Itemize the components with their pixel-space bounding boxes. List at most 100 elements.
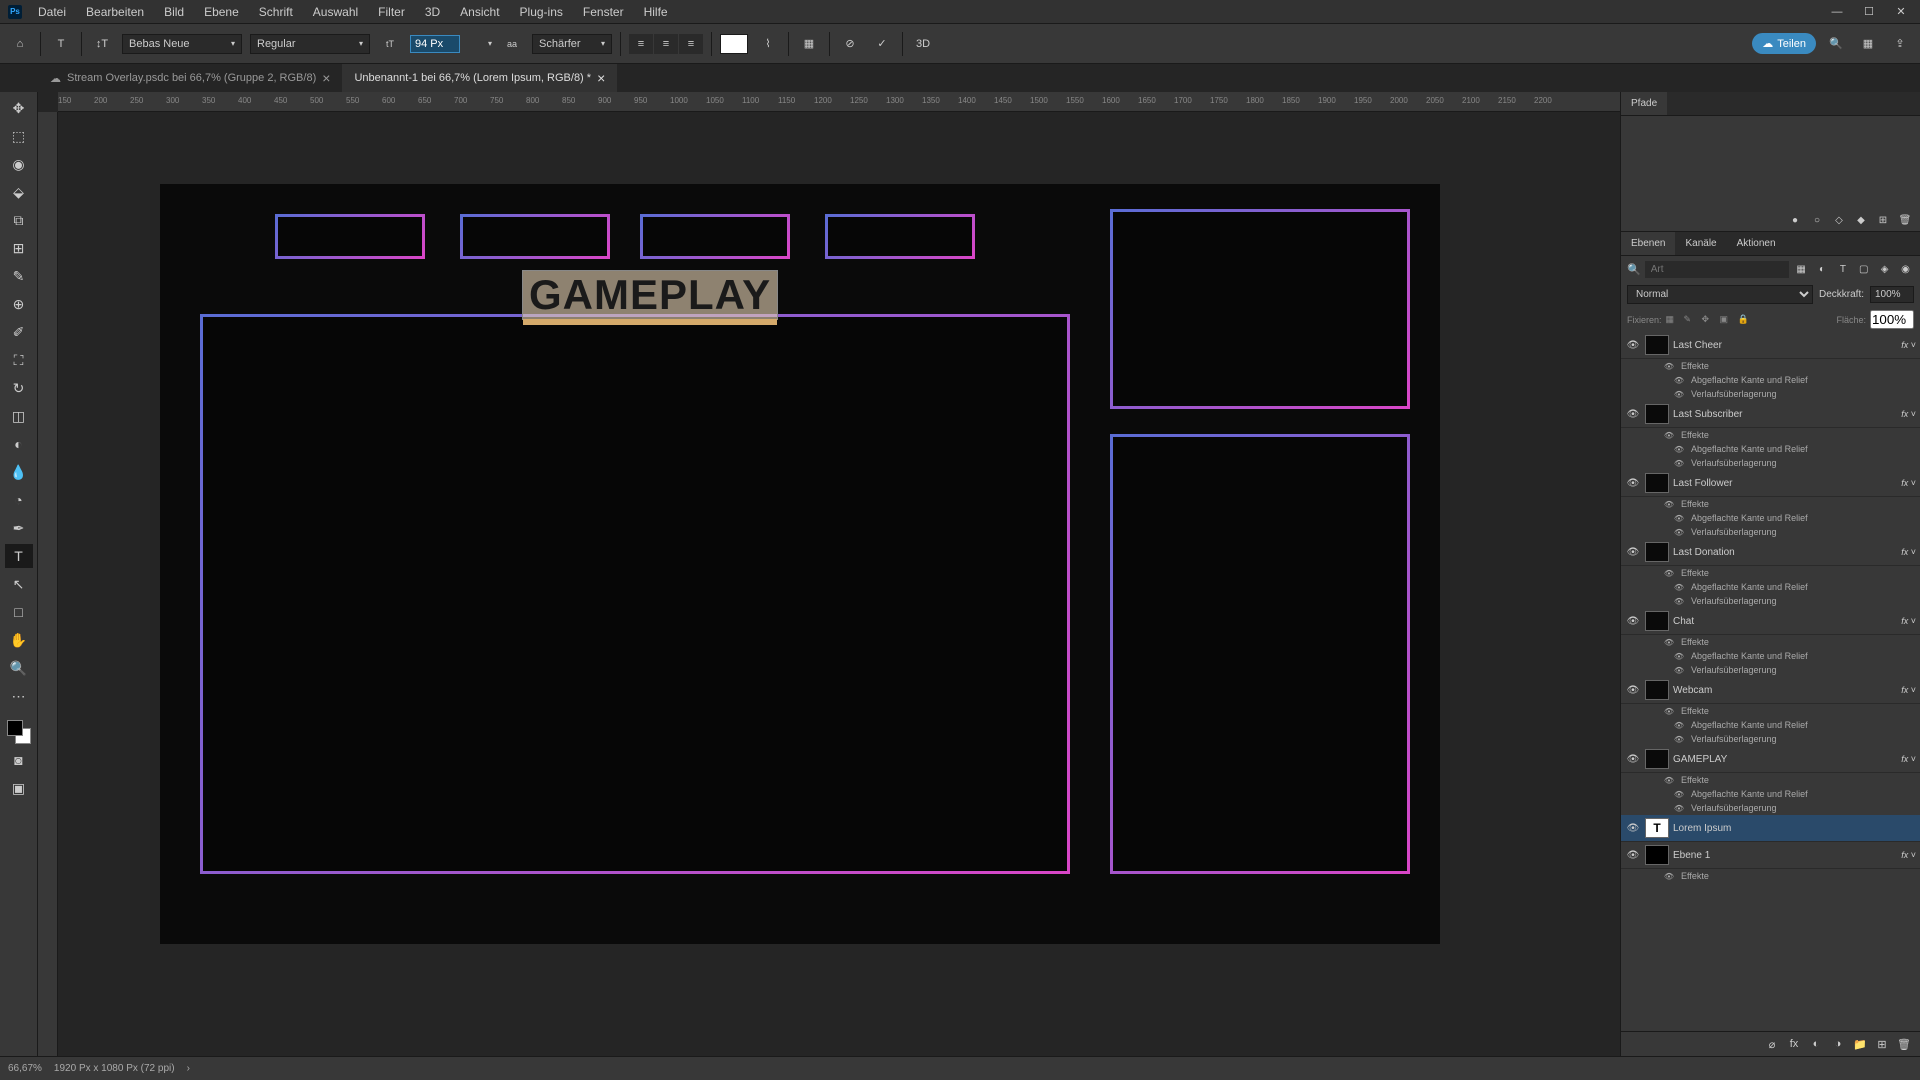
menu-3d[interactable]: 3D bbox=[415, 1, 450, 23]
lock-transparency-icon[interactable]: ▦ bbox=[1666, 314, 1680, 325]
layer-fx-badge[interactable]: fx ˅ bbox=[1901, 478, 1916, 488]
text-color-swatch[interactable] bbox=[720, 34, 748, 54]
layer-thumbnail[interactable] bbox=[1645, 749, 1669, 769]
overlay-box-4[interactable] bbox=[825, 214, 975, 259]
layer-row[interactable]: 👁Last Donationfx ˅ bbox=[1621, 539, 1920, 566]
layer-effect-item[interactable]: 👁Verlaufsüberlagerung bbox=[1621, 525, 1920, 539]
font-size-dropdown-icon[interactable] bbox=[468, 32, 492, 56]
layer-fx-badge[interactable]: fx ˅ bbox=[1901, 616, 1916, 626]
paths-tab[interactable]: Pfade bbox=[1621, 92, 1667, 115]
layer-fx-icon[interactable]: fx bbox=[1786, 1036, 1802, 1052]
layer-effects-heading[interactable]: 👁Effekte bbox=[1621, 359, 1920, 373]
path-stroke-icon[interactable]: ○ bbox=[1810, 213, 1824, 227]
visibility-toggle-icon[interactable]: 👁 bbox=[1625, 547, 1641, 558]
overlay-box-2[interactable] bbox=[460, 214, 610, 259]
layer-fx-badge[interactable]: fx ˅ bbox=[1901, 685, 1916, 695]
layer-effects-heading[interactable]: 👁Effekte bbox=[1621, 635, 1920, 649]
layer-thumbnail[interactable] bbox=[1645, 611, 1669, 631]
crop-tool[interactable]: ⧉ bbox=[5, 208, 33, 232]
menu-hilfe[interactable]: Hilfe bbox=[634, 1, 678, 23]
more-tools[interactable]: ⋯ bbox=[5, 684, 33, 708]
zoom-level[interactable]: 66,67% bbox=[8, 1063, 42, 1074]
vertical-ruler[interactable] bbox=[38, 112, 58, 1056]
search-icon[interactable]: 🔍 bbox=[1824, 32, 1848, 56]
overlay-box-1[interactable] bbox=[275, 214, 425, 259]
visibility-toggle-icon[interactable]: 👁 bbox=[1661, 569, 1677, 578]
menu-ansicht[interactable]: Ansicht bbox=[450, 1, 509, 23]
layer-name[interactable]: Chat bbox=[1673, 616, 1897, 627]
close-tab-icon[interactable]: × bbox=[597, 70, 605, 86]
path-tool[interactable]: ↖ bbox=[5, 572, 33, 596]
hand-tool[interactable]: ✋ bbox=[5, 628, 33, 652]
layer-search-input[interactable] bbox=[1645, 261, 1789, 278]
stamp-tool[interactable]: ⛶ bbox=[5, 348, 33, 372]
layer-name[interactable]: Webcam bbox=[1673, 685, 1897, 696]
layer-row[interactable]: 👁TLorem Ipsum bbox=[1621, 815, 1920, 842]
rectangle-tool[interactable]: □ bbox=[5, 600, 33, 624]
layer-row[interactable]: 👁GAMEPLAYfx ˅ bbox=[1621, 746, 1920, 773]
layer-thumbnail[interactable] bbox=[1645, 845, 1669, 865]
selection-tool[interactable]: ⬙ bbox=[5, 180, 33, 204]
font-weight-dropdown[interactable]: Regular bbox=[250, 34, 370, 54]
lock-position-icon[interactable]: ✥ bbox=[1702, 314, 1716, 325]
overlay-webcam-box[interactable] bbox=[1110, 209, 1410, 409]
visibility-toggle-icon[interactable]: 👁 bbox=[1625, 754, 1641, 765]
layer-effect-item[interactable]: 👁Verlaufsüberlagerung bbox=[1621, 801, 1920, 815]
minimize-button[interactable]: — bbox=[1822, 2, 1852, 22]
layer-name[interactable]: Last Cheer bbox=[1673, 340, 1897, 351]
visibility-toggle-icon[interactable]: 👁 bbox=[1625, 409, 1641, 420]
path-mask-icon[interactable]: ◆ bbox=[1854, 213, 1868, 227]
overlay-chat-box[interactable] bbox=[1110, 434, 1410, 874]
layer-effect-item[interactable]: 👁Verlaufsüberlagerung bbox=[1621, 456, 1920, 470]
adjustment-layer-icon[interactable]: ◑ bbox=[1830, 1036, 1846, 1052]
artboard[interactable]: GAMEPLAY bbox=[160, 184, 1440, 944]
visibility-toggle-icon[interactable]: 👁 bbox=[1671, 652, 1687, 661]
layer-thumbnail[interactable] bbox=[1645, 404, 1669, 424]
path-fill-icon[interactable]: ● bbox=[1788, 213, 1802, 227]
visibility-toggle-icon[interactable]: 👁 bbox=[1661, 638, 1677, 647]
type-tool[interactable]: T bbox=[5, 544, 33, 568]
overlay-box-3[interactable] bbox=[640, 214, 790, 259]
close-tab-icon[interactable]: × bbox=[322, 70, 330, 86]
fg-color-swatch[interactable] bbox=[7, 720, 23, 736]
align-right-button[interactable]: ≡ bbox=[679, 34, 703, 54]
fill-input[interactable] bbox=[1870, 310, 1914, 329]
cancel-edit-button[interactable]: ⊘ bbox=[838, 32, 862, 56]
visibility-toggle-icon[interactable]: 👁 bbox=[1671, 445, 1687, 454]
blur-tool[interactable]: 💧 bbox=[5, 460, 33, 484]
document-tab[interactable]: Unbenannt-1 bei 66,7% (Lorem Ipsum, RGB/… bbox=[342, 64, 617, 92]
layer-mask-icon[interactable]: ◐ bbox=[1808, 1036, 1824, 1052]
layer-group-icon[interactable]: 📁 bbox=[1852, 1036, 1868, 1052]
workspace-icon[interactable]: ▦ bbox=[1856, 32, 1880, 56]
layer-row[interactable]: 👁Last Cheerfx ˅ bbox=[1621, 332, 1920, 359]
dodge-tool[interactable]: ◔ bbox=[5, 488, 33, 512]
screenmode-tool[interactable]: ▣ bbox=[5, 776, 33, 800]
layer-effects-heading[interactable]: 👁Effekte bbox=[1621, 773, 1920, 787]
move-tool[interactable]: ✥ bbox=[5, 96, 33, 120]
share-button[interactable]: ☁ Teilen bbox=[1752, 33, 1816, 54]
visibility-toggle-icon[interactable]: 👁 bbox=[1671, 721, 1687, 730]
text-orientation-icon[interactable]: ↕T bbox=[90, 32, 114, 56]
gameplay-text-layer[interactable]: GAMEPLAY bbox=[522, 270, 778, 320]
close-window-button[interactable]: ✕ bbox=[1886, 2, 1916, 22]
layer-row[interactable]: 👁Ebene 1fx ˅ bbox=[1621, 842, 1920, 869]
layer-effect-item[interactable]: 👁Verlaufsüberlagerung bbox=[1621, 663, 1920, 677]
visibility-toggle-icon[interactable]: 👁 bbox=[1671, 735, 1687, 744]
lock-all-icon[interactable]: 🔒 bbox=[1738, 314, 1752, 325]
eraser-tool[interactable]: ◫ bbox=[5, 404, 33, 428]
visibility-toggle-icon[interactable]: 👁 bbox=[1671, 459, 1687, 468]
layer-effect-item[interactable]: 👁Verlaufsüberlagerung bbox=[1621, 732, 1920, 746]
lock-pixels-icon[interactable]: ✎ bbox=[1684, 314, 1698, 325]
layer-fx-badge[interactable]: fx ˅ bbox=[1901, 850, 1916, 860]
history-brush-tool[interactable]: ↻ bbox=[5, 376, 33, 400]
layer-thumbnail[interactable] bbox=[1645, 542, 1669, 562]
commit-edit-button[interactable]: ✓ bbox=[870, 32, 894, 56]
layer-fx-badge[interactable]: fx ˅ bbox=[1901, 409, 1916, 419]
layer-thumbnail[interactable] bbox=[1645, 473, 1669, 493]
align-left-button[interactable]: ≡ bbox=[629, 34, 653, 54]
visibility-toggle-icon[interactable]: 👁 bbox=[1671, 804, 1687, 813]
export-icon[interactable]: ⇪ bbox=[1888, 32, 1912, 56]
menu-bearbeiten[interactable]: Bearbeiten bbox=[76, 1, 154, 23]
lasso-tool[interactable]: ◉ bbox=[5, 152, 33, 176]
layer-row[interactable]: 👁Webcamfx ˅ bbox=[1621, 677, 1920, 704]
